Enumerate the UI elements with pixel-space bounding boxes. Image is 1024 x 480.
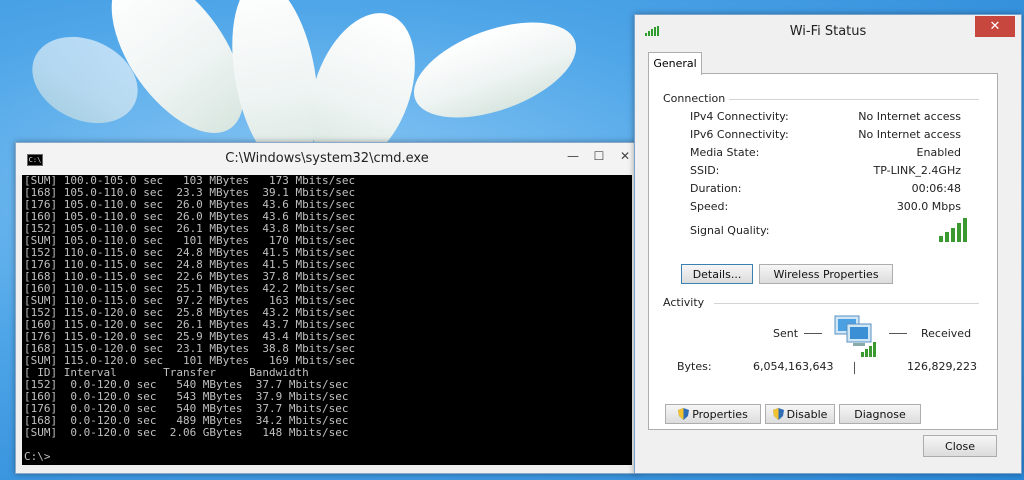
wifi-status-dialog[interactable]: Wi-Fi Status ✕ General Connection IPv4 C… xyxy=(634,14,1022,474)
maximize-icon[interactable]: ☐ xyxy=(590,147,608,165)
ipv4-label: IPv4 Connectivity: xyxy=(690,110,789,123)
general-panel: Connection IPv4 Connectivity: No Interne… xyxy=(648,73,998,430)
divider xyxy=(714,303,979,304)
speed-label: Speed: xyxy=(690,200,729,213)
duration-label: Duration: xyxy=(690,182,742,195)
received-line xyxy=(889,333,907,334)
wifi-dialog-title: Wi-Fi Status xyxy=(789,24,867,39)
console-line: C:\> xyxy=(24,450,51,463)
bytes-sent-value: 6,054,163,643 xyxy=(753,360,834,373)
console-line: [SUM] 0.0-120.0 sec 2.06 GBytes 148 Mbit… xyxy=(24,426,349,439)
cmd-window[interactable]: C:\ C:\Windows\system32\cmd.exe — ☐ ✕ [S… xyxy=(15,142,639,474)
disable-label: Disable xyxy=(786,408,828,421)
bytes-received-value: 126,829,223 xyxy=(907,360,977,373)
media-state-label: Media State: xyxy=(690,146,760,159)
duration-value: 00:06:48 xyxy=(911,182,961,195)
bytes-label: Bytes: xyxy=(677,360,712,373)
ipv4-value: No Internet access xyxy=(858,110,961,123)
details-button[interactable]: Details... xyxy=(681,264,753,284)
uac-shield-icon xyxy=(678,408,690,420)
ssid-value: TP-LINK_2.4GHz xyxy=(873,164,961,177)
close-icon[interactable]: ✕ xyxy=(975,16,1015,37)
activity-separator xyxy=(854,362,855,374)
speed-value: 300.0 Mbps xyxy=(896,200,961,213)
diagnose-button[interactable]: Diagnose xyxy=(839,404,921,424)
ssid-label: SSID: xyxy=(690,164,720,177)
properties-button[interactable]: Properties xyxy=(665,404,761,424)
uac-shield-icon xyxy=(772,408,784,420)
sent-label: Sent xyxy=(773,327,799,340)
wifi-titlebar[interactable]: Wi-Fi Status ✕ xyxy=(635,15,1021,45)
connection-heading: Connection xyxy=(663,92,726,105)
network-computers-icon xyxy=(834,315,876,357)
tab-general[interactable]: General xyxy=(648,52,702,75)
close-button[interactable]: Close xyxy=(923,435,997,457)
properties-label: Properties xyxy=(692,408,748,421)
ipv6-value: No Internet access xyxy=(858,128,961,141)
media-state-value: Enabled xyxy=(916,146,961,159)
wireless-properties-button[interactable]: Wireless Properties xyxy=(759,264,893,284)
signal-quality-label: Signal Quality: xyxy=(690,224,770,237)
close-icon[interactable]: ✕ xyxy=(616,147,634,165)
minimize-icon[interactable]: — xyxy=(564,147,582,165)
cmd-titlebar[interactable]: C:\ C:\Windows\system32\cmd.exe — ☐ ✕ xyxy=(16,143,638,175)
received-label: Received xyxy=(921,327,972,340)
activity-heading: Activity xyxy=(663,296,705,309)
disable-button[interactable]: Disable xyxy=(765,404,835,424)
cmd-window-title: C:\Windows\system32\cmd.exe xyxy=(225,151,429,166)
cmd-console-output[interactable]: [SUM] 100.0-105.0 sec 103 MBytes 173 Mbi… xyxy=(22,175,632,465)
divider xyxy=(729,99,979,100)
sent-line xyxy=(804,333,822,334)
signal-quality-icon xyxy=(939,218,967,242)
ipv6-label: IPv6 Connectivity: xyxy=(690,128,789,141)
